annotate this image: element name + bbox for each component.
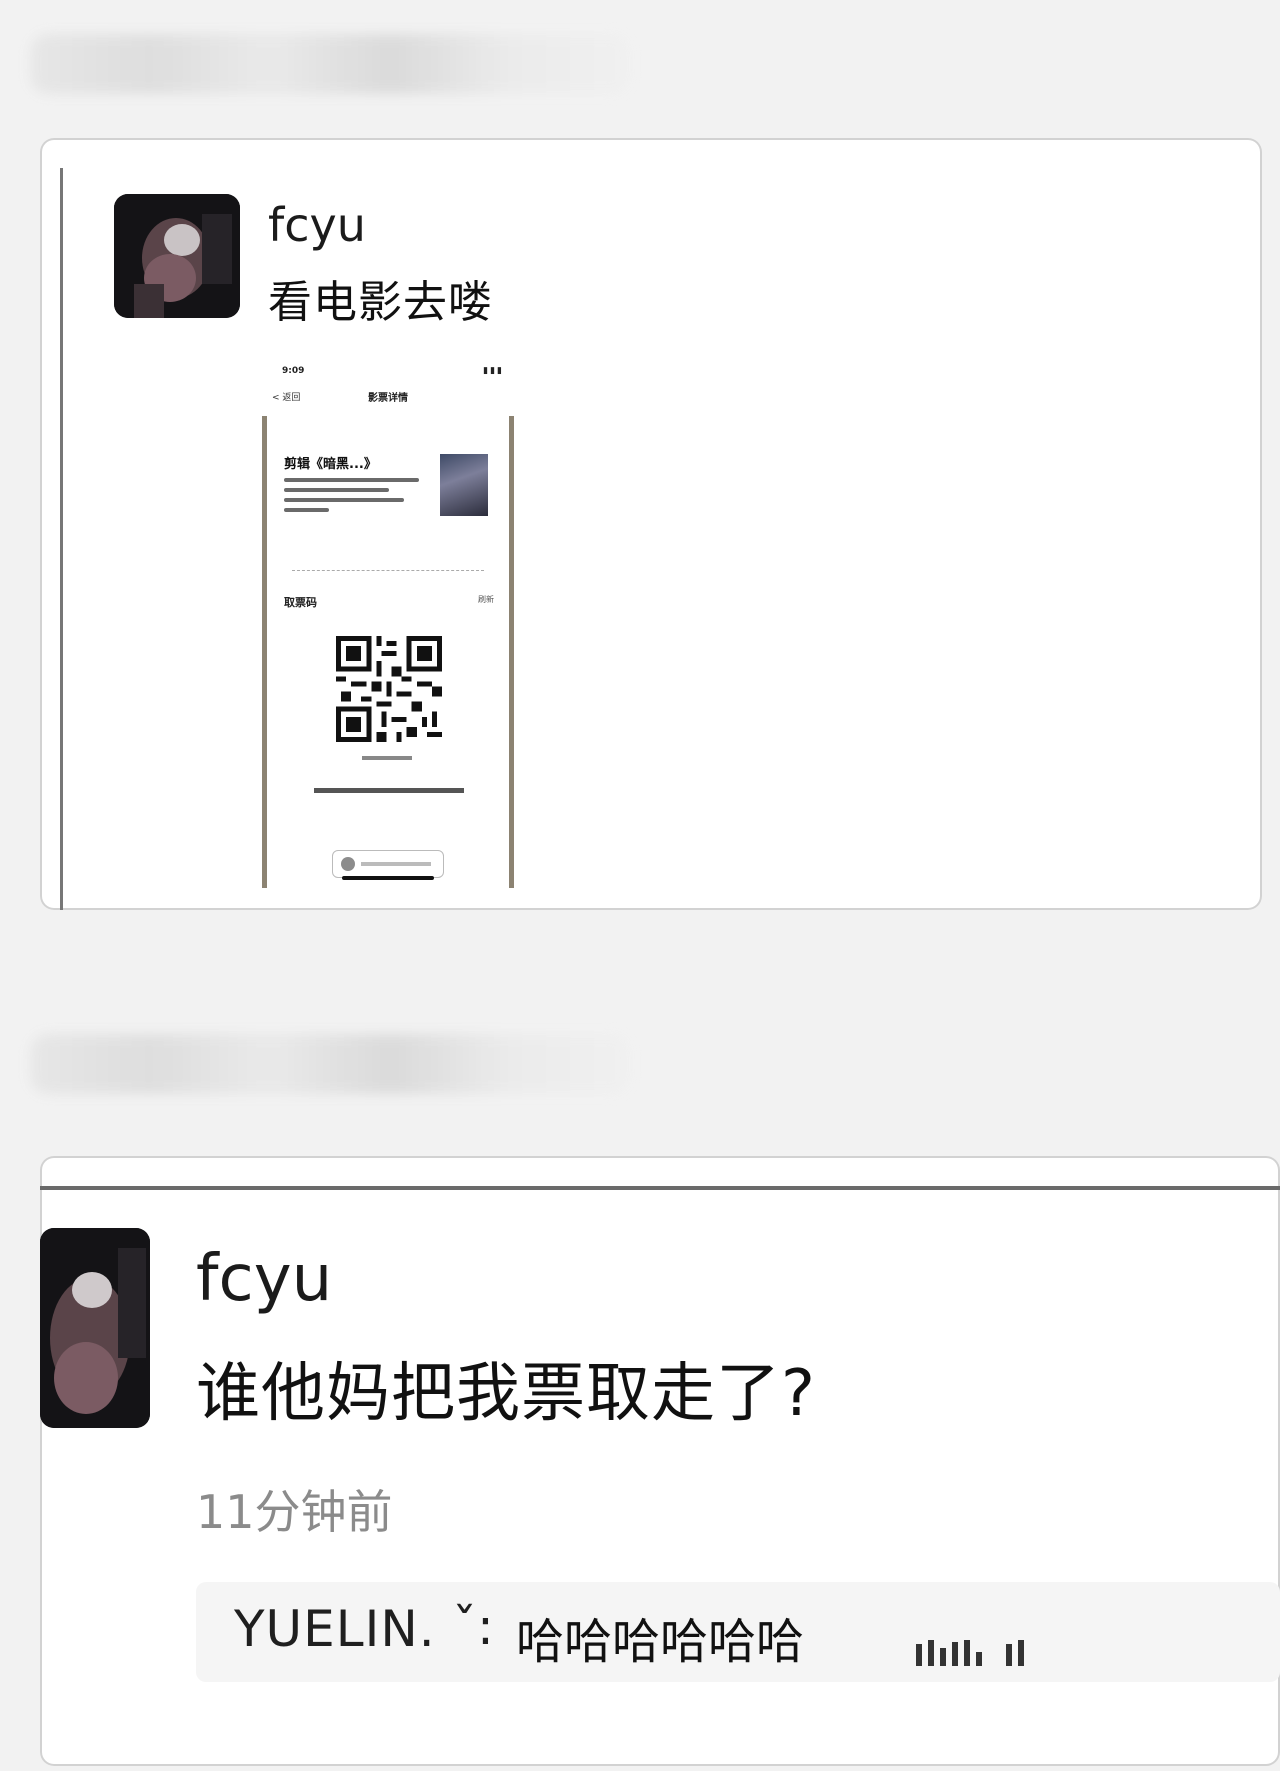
post-text: 看电影去喽 [268, 277, 493, 328]
username[interactable]: fcyu [196, 1242, 332, 1316]
phone-status-bar: 9:09 ▮▮▮ [280, 364, 504, 380]
phone-nav-bar: < 返回 影票详情 [272, 388, 504, 406]
comment-separator: ˇ: [452, 1598, 494, 1656]
ticket-info: 剪辑《暗黑...》 [284, 453, 434, 512]
avatar-icon [40, 1228, 150, 1428]
ticket-divider [292, 570, 484, 571]
card-top-divider [40, 1186, 1280, 1190]
pill-label-line [361, 862, 431, 866]
username[interactable]: fcyu [268, 198, 366, 252]
overflow-blur-icon [916, 1640, 1024, 1666]
comment-section: YUELIN. ˇ: 哈哈哈哈哈哈 [196, 1582, 1280, 1682]
comment-author[interactable]: YUELIN. [234, 1600, 436, 1658]
blurred-header-top [30, 34, 630, 94]
screenshot-root: { "post1": { "username": "fcyu", "text":… [0, 0, 1280, 1771]
ticket-rail-right [509, 416, 514, 888]
avatar[interactable] [40, 1228, 150, 1428]
post-timestamp: 11分钟前 [196, 1485, 393, 1539]
avatar[interactable] [114, 194, 240, 318]
post-card-1: fcyu 看电影去喽 9:09 ▮▮▮ < 返回 影票详情 剪辑《暗黑...》 … [40, 138, 1262, 910]
ticket-action-pill [332, 850, 444, 878]
movie-poster-icon [440, 454, 488, 516]
blurred-header-middle [30, 1034, 630, 1094]
comment-text: 哈哈哈哈哈哈 [516, 1614, 805, 1670]
phone-page-title: 影票详情 [368, 393, 408, 404]
post-card-2: fcyu 谁他妈把我票取走了? 11分钟前 YUELIN. ˇ: 哈哈哈哈哈哈 [40, 1156, 1280, 1766]
ticket-detail-line [284, 508, 329, 512]
ticket-code-label: 取票码 [284, 596, 317, 609]
pill-icon [341, 857, 355, 871]
signal-icon: ▮▮▮ [483, 366, 504, 376]
home-indicator [342, 876, 434, 880]
movie-title: 剪辑《暗黑...》 [284, 457, 377, 472]
ticket-detail-line [284, 498, 404, 502]
ticket-refresh-label: 刷新 [478, 595, 494, 604]
card-edge [60, 168, 63, 910]
post-text: 谁他妈把我票取走了? [196, 1357, 816, 1431]
ticket-detail-line [284, 478, 419, 482]
ticket-screenshot[interactable]: 9:09 ▮▮▮ < 返回 影票详情 剪辑《暗黑...》 取票码 刷新 [262, 358, 514, 888]
cinema-info-line [314, 788, 464, 793]
ticket-rail-left [262, 416, 267, 888]
ticket-code-number [362, 756, 412, 760]
ticket-detail-line [284, 488, 389, 492]
avatar-icon [114, 194, 240, 318]
phone-time: 9:09 [282, 366, 305, 376]
qr-code-icon [336, 636, 442, 742]
